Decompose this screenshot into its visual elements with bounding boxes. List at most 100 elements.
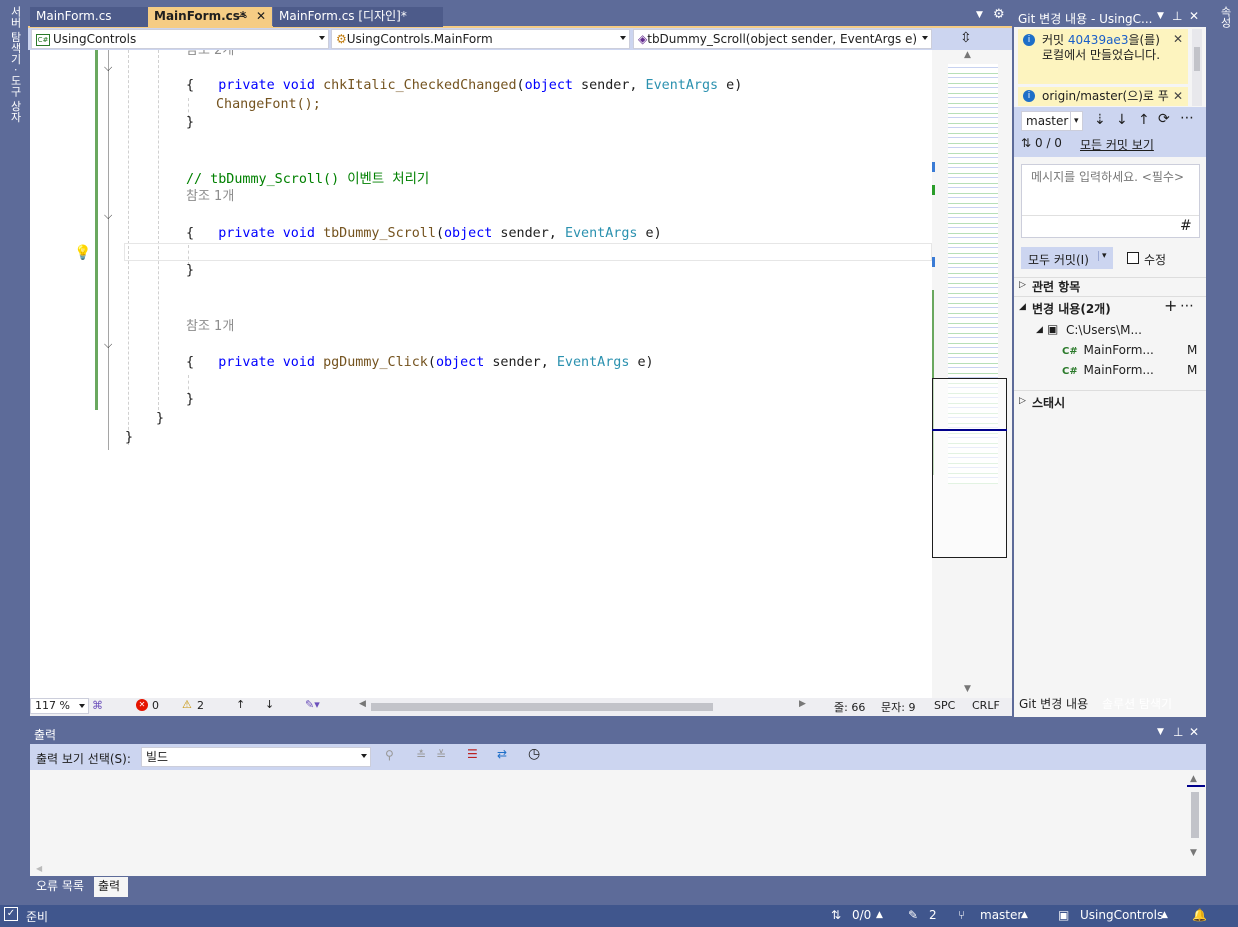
expand-arrow-icon[interactable]: ▷ bbox=[1019, 396, 1026, 406]
left-strip-label[interactable]: 서버 탐색기 · 도구 상자 bbox=[7, 6, 23, 122]
output-source-dropdown[interactable]: 빌드 bbox=[141, 747, 371, 767]
more-options-icon[interactable]: ⋯ bbox=[1180, 110, 1194, 126]
hash-reference-icon[interactable]: # bbox=[1180, 218, 1192, 234]
changed-file-item[interactable]: C# MainForm... M bbox=[1062, 363, 1202, 377]
close-icon[interactable]: ✕ bbox=[1189, 9, 1199, 23]
tab-solution-explorer[interactable]: 솔루션 탐색기 bbox=[1097, 695, 1183, 715]
pin-icon[interactable]: ⊥ bbox=[1172, 9, 1182, 23]
scroll-up-arrow[interactable]: ▲ bbox=[1190, 774, 1197, 784]
pull-icon[interactable]: ↓ bbox=[1116, 112, 1128, 128]
previous-issue-arrow-icon[interactable]: ↑ bbox=[236, 698, 245, 711]
changes-header[interactable]: 변경 내용(2개) bbox=[1032, 300, 1111, 317]
sync-icon[interactable]: ⟳ bbox=[1158, 111, 1170, 127]
tab-dropdown-icon[interactable]: ▼ bbox=[976, 10, 983, 20]
commit-message-input[interactable]: 메시지를 입력하세요. <필수> # bbox=[1021, 164, 1200, 238]
stash-header[interactable]: 스태시 bbox=[1032, 394, 1065, 411]
status-branch[interactable]: master bbox=[980, 908, 1022, 922]
collapse-toggle[interactable]: ⌵ bbox=[104, 209, 112, 223]
editor-scrollbar-map[interactable]: ▲ ▼ bbox=[932, 50, 1012, 698]
class-dropdown[interactable]: ⚙UsingControls.MainForm bbox=[331, 29, 630, 49]
pin-icon[interactable]: ⊸ bbox=[238, 7, 247, 26]
scroll-up-arrow[interactable]: ▲ bbox=[964, 50, 971, 60]
zoom-dropdown[interactable]: 117 % bbox=[30, 698, 89, 714]
sync-status[interactable]: 0/0 bbox=[852, 908, 871, 922]
split-editor-icon[interactable]: ⇳ bbox=[960, 30, 972, 46]
scrollbar-thumb[interactable] bbox=[1194, 47, 1200, 71]
warning-icon[interactable]: ⚠ bbox=[182, 698, 192, 711]
panel-dropdown-icon[interactable]: ▼ bbox=[1157, 727, 1164, 737]
tab-git-changes[interactable]: Git 변경 내용 bbox=[1015, 695, 1095, 715]
error-icon[interactable]: ✕ bbox=[136, 699, 148, 711]
tab-output[interactable]: 출력 bbox=[94, 877, 128, 897]
more-options-icon[interactable]: ⋯ bbox=[1180, 298, 1194, 314]
copilot-icon[interactable]: ⌘ bbox=[92, 699, 103, 712]
horizontal-scroll-left-icon[interactable]: ◀ bbox=[359, 699, 366, 709]
collapse-arrow-icon[interactable]: ◢ bbox=[1036, 325, 1043, 335]
tab-error-list[interactable]: 오류 목록 bbox=[31, 877, 93, 897]
column-indicator[interactable]: 문자: 9 bbox=[881, 699, 915, 715]
close-icon[interactable]: ✕ bbox=[256, 7, 266, 26]
related-items-header[interactable]: 관련 항목 bbox=[1032, 278, 1080, 295]
lightbulb-icon[interactable]: 💡 bbox=[74, 245, 91, 261]
timestamp-icon[interactable]: ◷ bbox=[528, 746, 540, 762]
collapse-arrow-icon[interactable]: ◢ bbox=[1019, 302, 1026, 312]
close-icon[interactable]: ✕ bbox=[1173, 32, 1183, 47]
tab-mainform-cs-modified[interactable]: MainForm.cs* ⊸ ✕ bbox=[148, 7, 272, 27]
code-cleanup-icon[interactable]: ✎▾ bbox=[305, 698, 320, 711]
whitespace-indicator[interactable]: SPC bbox=[934, 699, 955, 712]
project-dropdown[interactable]: C# UsingControls bbox=[31, 29, 329, 49]
line-ending-indicator[interactable]: CRLF bbox=[972, 699, 1000, 712]
tab-mainform-cs[interactable]: MainForm.cs bbox=[30, 7, 148, 27]
pin-icon[interactable]: ⊥ bbox=[1173, 725, 1183, 739]
chevron-up-icon[interactable]: ▲ bbox=[876, 910, 883, 920]
scroll-down-arrow[interactable]: ▼ bbox=[964, 684, 971, 694]
commit-all-button[interactable]: 모두 커밋(I) ▾ bbox=[1021, 247, 1113, 269]
line-indicator[interactable]: 줄: 66 bbox=[834, 699, 865, 715]
sync-status-icon[interactable]: ⇅ bbox=[831, 908, 841, 922]
chevron-up-icon[interactable]: ▲ bbox=[1021, 910, 1028, 920]
code-editor[interactable]: ⌵ ⌵ ⌵ 💡 참조 2개 private void chkItalic_Che… bbox=[30, 50, 932, 698]
scroll-down-arrow[interactable]: ▼ bbox=[1190, 848, 1197, 858]
code-lens-references[interactable]: 참조 1개 bbox=[186, 188, 234, 206]
amend-checkbox[interactable] bbox=[1127, 252, 1139, 264]
branch-icon[interactable]: ⑂ bbox=[958, 908, 965, 922]
tab-mainform-designer[interactable]: MainForm.cs [디자인]* bbox=[273, 7, 443, 27]
member-dropdown[interactable]: ◈tbDummy_Scroll(object sender, EventArgs… bbox=[633, 29, 932, 49]
word-wrap-icon[interactable]: ⇄ bbox=[497, 747, 507, 761]
horizontal-scrollbar-thumb[interactable] bbox=[371, 703, 713, 711]
close-icon[interactable]: ✕ bbox=[1173, 87, 1183, 106]
changed-file-item[interactable]: C# MainForm... M bbox=[1062, 343, 1202, 357]
status-project[interactable]: UsingControls bbox=[1080, 908, 1163, 922]
notifications-scrollbar[interactable] bbox=[1192, 29, 1202, 106]
repo-path[interactable]: C:\Users\M... bbox=[1066, 323, 1142, 337]
solution-icon[interactable]: ▣ bbox=[1058, 908, 1069, 922]
view-all-commits-link[interactable]: 모든 커밋 보기 bbox=[1080, 136, 1154, 153]
settings-gear-icon[interactable]: ⚙ bbox=[993, 7, 1005, 22]
notifications-bell-icon[interactable]: 🔔 bbox=[1192, 908, 1207, 922]
stage-all-icon[interactable]: + bbox=[1164, 296, 1177, 315]
next-message-icon[interactable]: ≚ bbox=[436, 748, 446, 762]
minimap-viewport[interactable] bbox=[932, 378, 1007, 558]
commit-hash-link[interactable]: 40439ae3 bbox=[1068, 33, 1129, 47]
horizontal-scroll-right-icon[interactable]: ▶ bbox=[799, 699, 806, 709]
branch-dropdown[interactable]: master ▾ bbox=[1021, 111, 1083, 131]
pending-edits[interactable]: 2 bbox=[929, 908, 937, 922]
output-text-area[interactable]: ▲ ▼ ◀ bbox=[30, 770, 1206, 876]
pencil-icon[interactable]: ✎ bbox=[908, 908, 918, 922]
chevron-up-icon[interactable]: ▲ bbox=[1161, 910, 1168, 920]
close-icon[interactable]: ✕ bbox=[1189, 725, 1199, 739]
collapse-toggle[interactable]: ⌵ bbox=[104, 338, 112, 352]
horizontal-scroll-left-icon[interactable]: ◀ bbox=[36, 864, 42, 873]
expand-arrow-icon[interactable]: ▷ bbox=[1019, 280, 1026, 290]
code-lens-references[interactable]: 참조 1개 bbox=[186, 318, 234, 336]
scrollbar-thumb[interactable] bbox=[1191, 792, 1199, 838]
fetch-icon[interactable]: ⇣ bbox=[1094, 112, 1106, 128]
next-issue-arrow-icon[interactable]: ↓ bbox=[265, 698, 274, 711]
properties-tab[interactable]: 속성 bbox=[1217, 6, 1233, 28]
collapse-toggle[interactable]: ⌵ bbox=[104, 61, 112, 75]
find-in-output-icon[interactable]: ⚲ bbox=[385, 748, 394, 762]
clear-all-icon[interactable]: ☰ bbox=[467, 747, 478, 761]
panel-dropdown-icon[interactable]: ▼ bbox=[1157, 11, 1164, 21]
push-icon[interactable]: ↑ bbox=[1138, 112, 1150, 128]
previous-message-icon[interactable]: ≛ bbox=[416, 748, 426, 762]
